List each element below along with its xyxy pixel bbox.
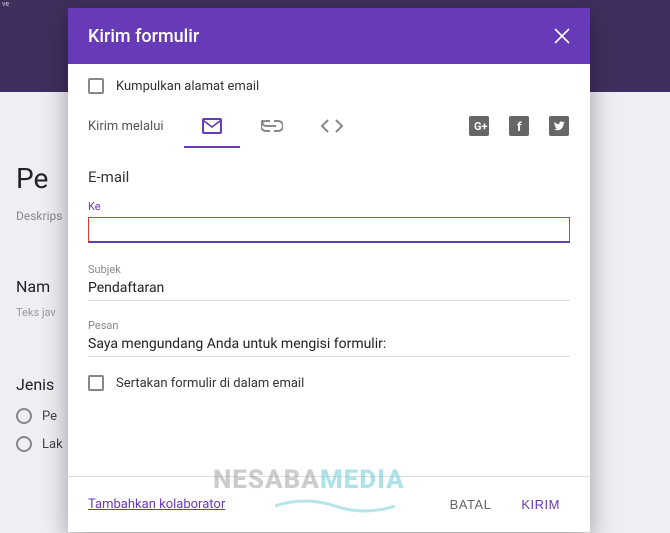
- cancel-button[interactable]: BATAL: [440, 491, 502, 518]
- checkbox-icon: [88, 375, 104, 391]
- tab-embed[interactable]: [316, 112, 348, 140]
- bg-radio-label-1: Pe: [42, 409, 57, 424]
- social-share: G+ f: [468, 115, 570, 137]
- modal-footer: Tambahkan kolaborator BATAL KIRIM: [68, 476, 590, 532]
- share-googleplus[interactable]: G+: [468, 115, 490, 137]
- googleplus-icon: G+: [469, 116, 489, 136]
- share-facebook[interactable]: f: [508, 115, 530, 137]
- modal-body: Kumpulkan alamat email Kirim melalui G+: [68, 64, 590, 476]
- svg-text:f: f: [517, 120, 522, 135]
- subject-label: Subjek: [88, 263, 570, 276]
- email-section-title: E-mail: [88, 168, 570, 186]
- include-form-row[interactable]: Sertakan formulir di dalam email: [88, 375, 570, 391]
- to-label: Ke: [88, 200, 570, 213]
- bg-topbar-text: ve: [0, 0, 30, 10]
- include-form-label: Sertakan formulir di dalam email: [116, 376, 304, 391]
- email-icon: [202, 118, 222, 134]
- message-label: Pesan: [88, 319, 570, 332]
- share-twitter[interactable]: [548, 115, 570, 137]
- modal-header: Kirim formulir: [68, 8, 590, 64]
- close-button[interactable]: [554, 28, 570, 44]
- bg-radio-label-2: Lak: [42, 437, 63, 452]
- tab-email[interactable]: [196, 112, 228, 140]
- modal-title: Kirim formulir: [88, 26, 199, 47]
- message-input[interactable]: Saya mengundang Anda untuk mengisi formu…: [88, 336, 570, 357]
- radio-icon: [16, 408, 32, 424]
- send-via-tabs: [196, 112, 468, 140]
- svg-text:G+: G+: [474, 120, 488, 133]
- to-input[interactable]: [88, 217, 570, 243]
- link-icon: [261, 120, 283, 132]
- checkbox-icon: [88, 78, 104, 94]
- twitter-icon: [549, 116, 569, 136]
- collect-emails-label: Kumpulkan alamat email: [116, 79, 259, 94]
- send-via-label: Kirim melalui: [88, 119, 164, 134]
- subject-input[interactable]: Pendaftaran: [88, 280, 570, 301]
- add-collaborators-link[interactable]: Tambahkan kolaborator: [88, 497, 225, 512]
- close-icon: [554, 28, 570, 44]
- code-icon: [321, 119, 343, 133]
- send-button[interactable]: KIRIM: [511, 491, 570, 518]
- collect-emails-row[interactable]: Kumpulkan alamat email: [88, 78, 570, 94]
- facebook-icon: f: [509, 116, 529, 136]
- send-via-row: Kirim melalui G+ f: [88, 112, 570, 140]
- send-form-modal: Kirim formulir Kumpulkan alamat email Ki…: [68, 8, 590, 532]
- radio-icon: [16, 436, 32, 452]
- tab-link[interactable]: [256, 112, 288, 140]
- tab-underline: [184, 146, 240, 148]
